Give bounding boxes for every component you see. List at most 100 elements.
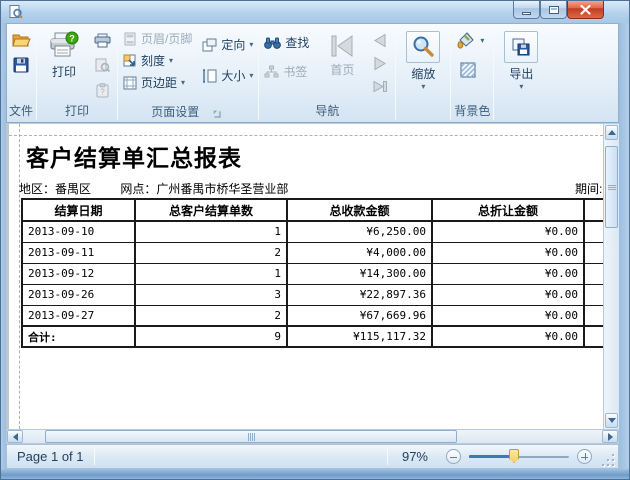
col-header-date: 结算日期	[22, 199, 135, 221]
zoom-group-label	[399, 103, 447, 122]
background-color-group-label: 背景色	[454, 103, 490, 122]
svg-text:?: ?	[100, 87, 105, 96]
floppy-disk-icon	[13, 57, 29, 73]
page-setup-label-text: 页面设置	[151, 104, 199, 121]
first-page-button: 首页	[318, 27, 366, 78]
page-setup-group-label: 页面设置	[121, 103, 255, 122]
titlebar[interactable]	[1, 1, 629, 23]
margins-button[interactable]: 页边距 ▾	[121, 73, 194, 92]
scroll-down-button[interactable]	[605, 413, 618, 428]
size-button[interactable]: 大小 ▾	[200, 66, 255, 85]
report-table-wrapper: 结算日期 总客户结算单数 总收款金额 总折让金额 2013-09-10 1 ¥6…	[21, 198, 603, 348]
zoom-button[interactable]: 缩放 ▾	[399, 27, 447, 90]
find-label: 查找	[285, 34, 309, 51]
scroll-up-button[interactable]	[605, 125, 618, 140]
chevron-down-icon: ▾	[480, 38, 484, 44]
report-page: 客户结算单汇总报表 地区：番禺区 网点：广州番禺市桥华圣营业部 期间:2 结算日…	[9, 124, 603, 429]
print-preview-window: 文件 ? 打印 ?	[0, 0, 630, 480]
status-separator	[94, 448, 95, 465]
magnifier-icon	[411, 35, 435, 59]
report-subline: 地区：番禺区 网点：广州番禺市桥华圣营业部	[19, 180, 603, 197]
maximize-icon	[549, 6, 559, 14]
cell-received: ¥4,000.00	[287, 242, 432, 263]
zoom-slider-thumb[interactable]	[509, 449, 519, 463]
first-page-icon	[329, 33, 355, 59]
scale-button[interactable]: 刻度 ▾	[121, 51, 194, 70]
zoom-percent: 97%	[388, 449, 442, 464]
table-total-row: 合计: 9 ¥115,117.32 ¥0.00	[22, 326, 603, 347]
dialog-launcher-icon[interactable]	[215, 111, 221, 117]
scroll-thumb-grip	[248, 433, 255, 441]
export-group-label	[497, 103, 545, 122]
total-discount: ¥0.00	[432, 326, 584, 347]
chevron-down-icon: ▾	[249, 73, 253, 79]
printer-settings-button	[90, 54, 114, 76]
window-left-border	[1, 23, 6, 479]
last-page-button	[368, 75, 392, 97]
report-title: 客户结算单汇总报表	[26, 139, 242, 173]
scale-icon	[123, 54, 137, 68]
bookmark-button: 书签	[262, 62, 311, 81]
quick-print-icon	[94, 33, 111, 48]
save-button[interactable]	[9, 54, 33, 76]
header-footer-button: 页眉/页脚	[121, 29, 194, 48]
watermark-button[interactable]	[456, 59, 480, 81]
cell-extra	[584, 305, 603, 326]
report-table: 结算日期 总客户结算单数 总收款金额 总折让金额 2013-09-10 1 ¥6…	[21, 198, 603, 348]
orientation-button[interactable]: 定向 ▾	[200, 35, 255, 54]
scroll-left-button[interactable]	[7, 430, 23, 443]
total-received: ¥115,117.32	[287, 326, 432, 347]
close-button[interactable]	[567, 1, 604, 19]
left-margin-guide	[19, 124, 20, 429]
cell-extra	[584, 284, 603, 305]
scroll-left-icon	[13, 433, 18, 441]
print-group-label: 打印	[40, 103, 114, 122]
group-separator	[395, 26, 396, 120]
table-row: 2013-09-10 1 ¥6,250.00 ¥0.00	[22, 221, 603, 242]
chevron-down-icon: ▾	[519, 84, 523, 90]
table-row: 2013-09-27 2 ¥67,669.96 ¥0.00	[22, 305, 603, 326]
binoculars-icon	[264, 37, 281, 49]
maximize-button[interactable]	[540, 1, 567, 19]
zoom-out-button[interactable]	[446, 449, 461, 464]
scale-label: 刻度	[141, 52, 165, 69]
zoom-slider[interactable]	[469, 449, 569, 464]
export-button[interactable]: 导出 ▾	[497, 27, 545, 90]
report-branch: 网点：广州番禺市桥华圣营业部	[120, 182, 288, 196]
cell-discount: ¥0.00	[432, 305, 584, 326]
status-bar: Page 1 of 1 97%	[6, 444, 619, 469]
printer-settings-icon	[94, 58, 110, 72]
cell-extra	[584, 263, 603, 284]
minimize-button[interactable]	[513, 1, 540, 19]
vertical-scrollbar-thumb[interactable]	[605, 146, 618, 228]
print-button[interactable]: ? 打印	[40, 27, 88, 80]
horizontal-scrollbar[interactable]	[6, 429, 619, 444]
scroll-right-button[interactable]	[602, 430, 618, 443]
cell-date: 2013-09-11	[22, 242, 135, 263]
find-button[interactable]: 查找	[262, 33, 311, 52]
quick-print-button[interactable]	[90, 29, 114, 51]
table-header-row: 结算日期 总客户结算单数 总收款金额 总折让金额	[22, 199, 603, 221]
group-separator	[493, 26, 494, 120]
export-button-label: 导出	[509, 65, 533, 82]
scroll-thumb-grip	[608, 185, 616, 190]
bookmark-tree-icon	[264, 65, 279, 78]
cell-extra	[584, 221, 603, 242]
zoom-group: 缩放 ▾	[397, 24, 449, 122]
cell-count: 2	[135, 242, 287, 263]
cell-received: ¥22,897.36	[287, 284, 432, 305]
vertical-scrollbar[interactable]	[603, 124, 619, 429]
table-row: 2013-09-26 3 ¥22,897.36 ¥0.00	[22, 284, 603, 305]
background-color-button[interactable]: ▾	[454, 31, 486, 51]
open-file-button[interactable]	[9, 29, 33, 51]
zoom-in-button[interactable]	[577, 449, 592, 464]
export-group: 导出 ▾	[495, 24, 547, 122]
horizontal-scrollbar-thumb[interactable]	[45, 430, 457, 443]
print-preview-icon	[9, 5, 23, 24]
svg-text:?: ?	[69, 33, 75, 43]
header-footer-label: 页眉/页脚	[141, 30, 192, 47]
resize-grip[interactable]	[602, 454, 614, 466]
scroll-up-icon	[608, 130, 616, 135]
cell-received: ¥6,250.00	[287, 221, 432, 242]
open-folder-icon	[12, 32, 31, 48]
